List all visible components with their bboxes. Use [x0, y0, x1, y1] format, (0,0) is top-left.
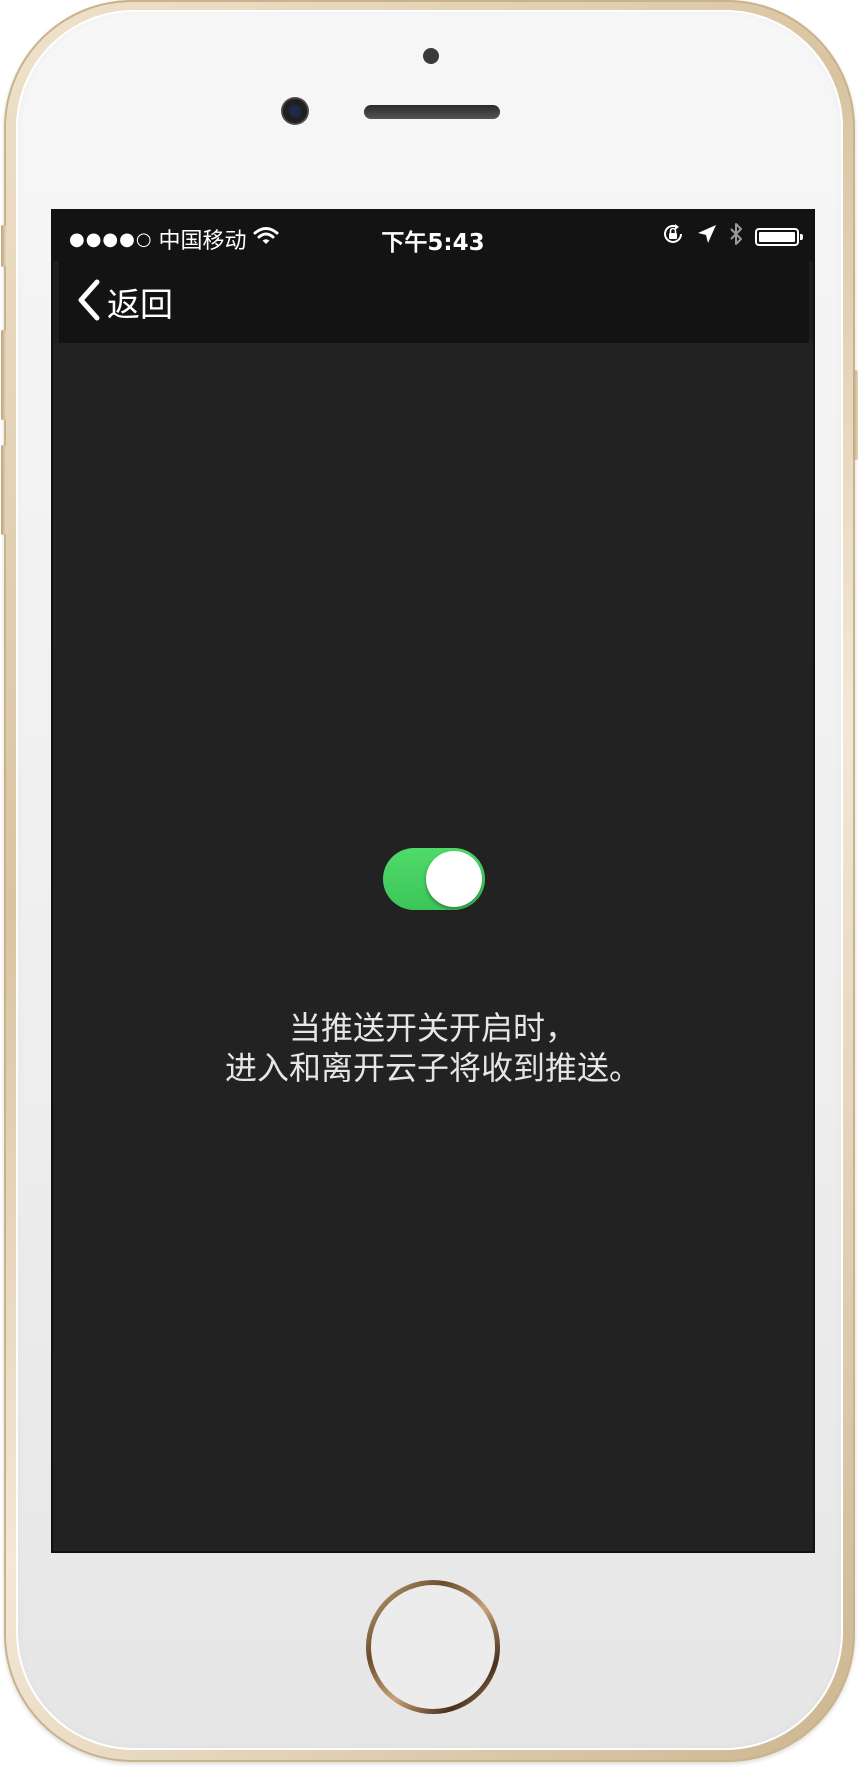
status-right — [661, 222, 803, 252]
front-camera — [281, 97, 309, 125]
back-label: 返回 — [107, 285, 173, 324]
home-button[interactable] — [366, 1580, 500, 1714]
back-button[interactable]: 返回 — [75, 275, 173, 329]
mute-switch — [1, 225, 6, 267]
proximity-sensor — [423, 48, 439, 64]
push-description-line1: 当推送开关开启时， — [288, 1009, 577, 1047]
location-arrow-icon — [697, 224, 717, 250]
home-button-face — [371, 1585, 495, 1709]
bluetooth-icon — [729, 222, 743, 252]
navigation-bar: 返回 — [59, 261, 809, 343]
phone-screen: ●●●●○ 中国移动 下午5:43 返回 当推送开关开启时， 进入和离开云子将收… — [51, 209, 815, 1553]
status-bar: ●●●●○ 中国移动 下午5:43 — [53, 211, 813, 261]
push-notification-toggle[interactable] — [383, 848, 485, 910]
content-area: 当推送开关开启时， 进入和离开云子将收到推送。 — [53, 343, 813, 1551]
volume-up-button — [1, 330, 6, 420]
toggle-knob — [426, 851, 482, 907]
push-description-line2: 进入和离开云子将收到推送。 — [224, 1049, 641, 1087]
battery-icon — [755, 228, 803, 246]
earpiece-speaker — [364, 105, 500, 119]
power-button — [853, 370, 858, 460]
rotation-lock-icon — [661, 222, 685, 252]
chevron-left-icon — [75, 278, 101, 326]
push-description: 当推送开关开启时， 进入和离开云子将收到推送。 — [53, 1008, 813, 1088]
volume-down-button — [1, 445, 6, 535]
